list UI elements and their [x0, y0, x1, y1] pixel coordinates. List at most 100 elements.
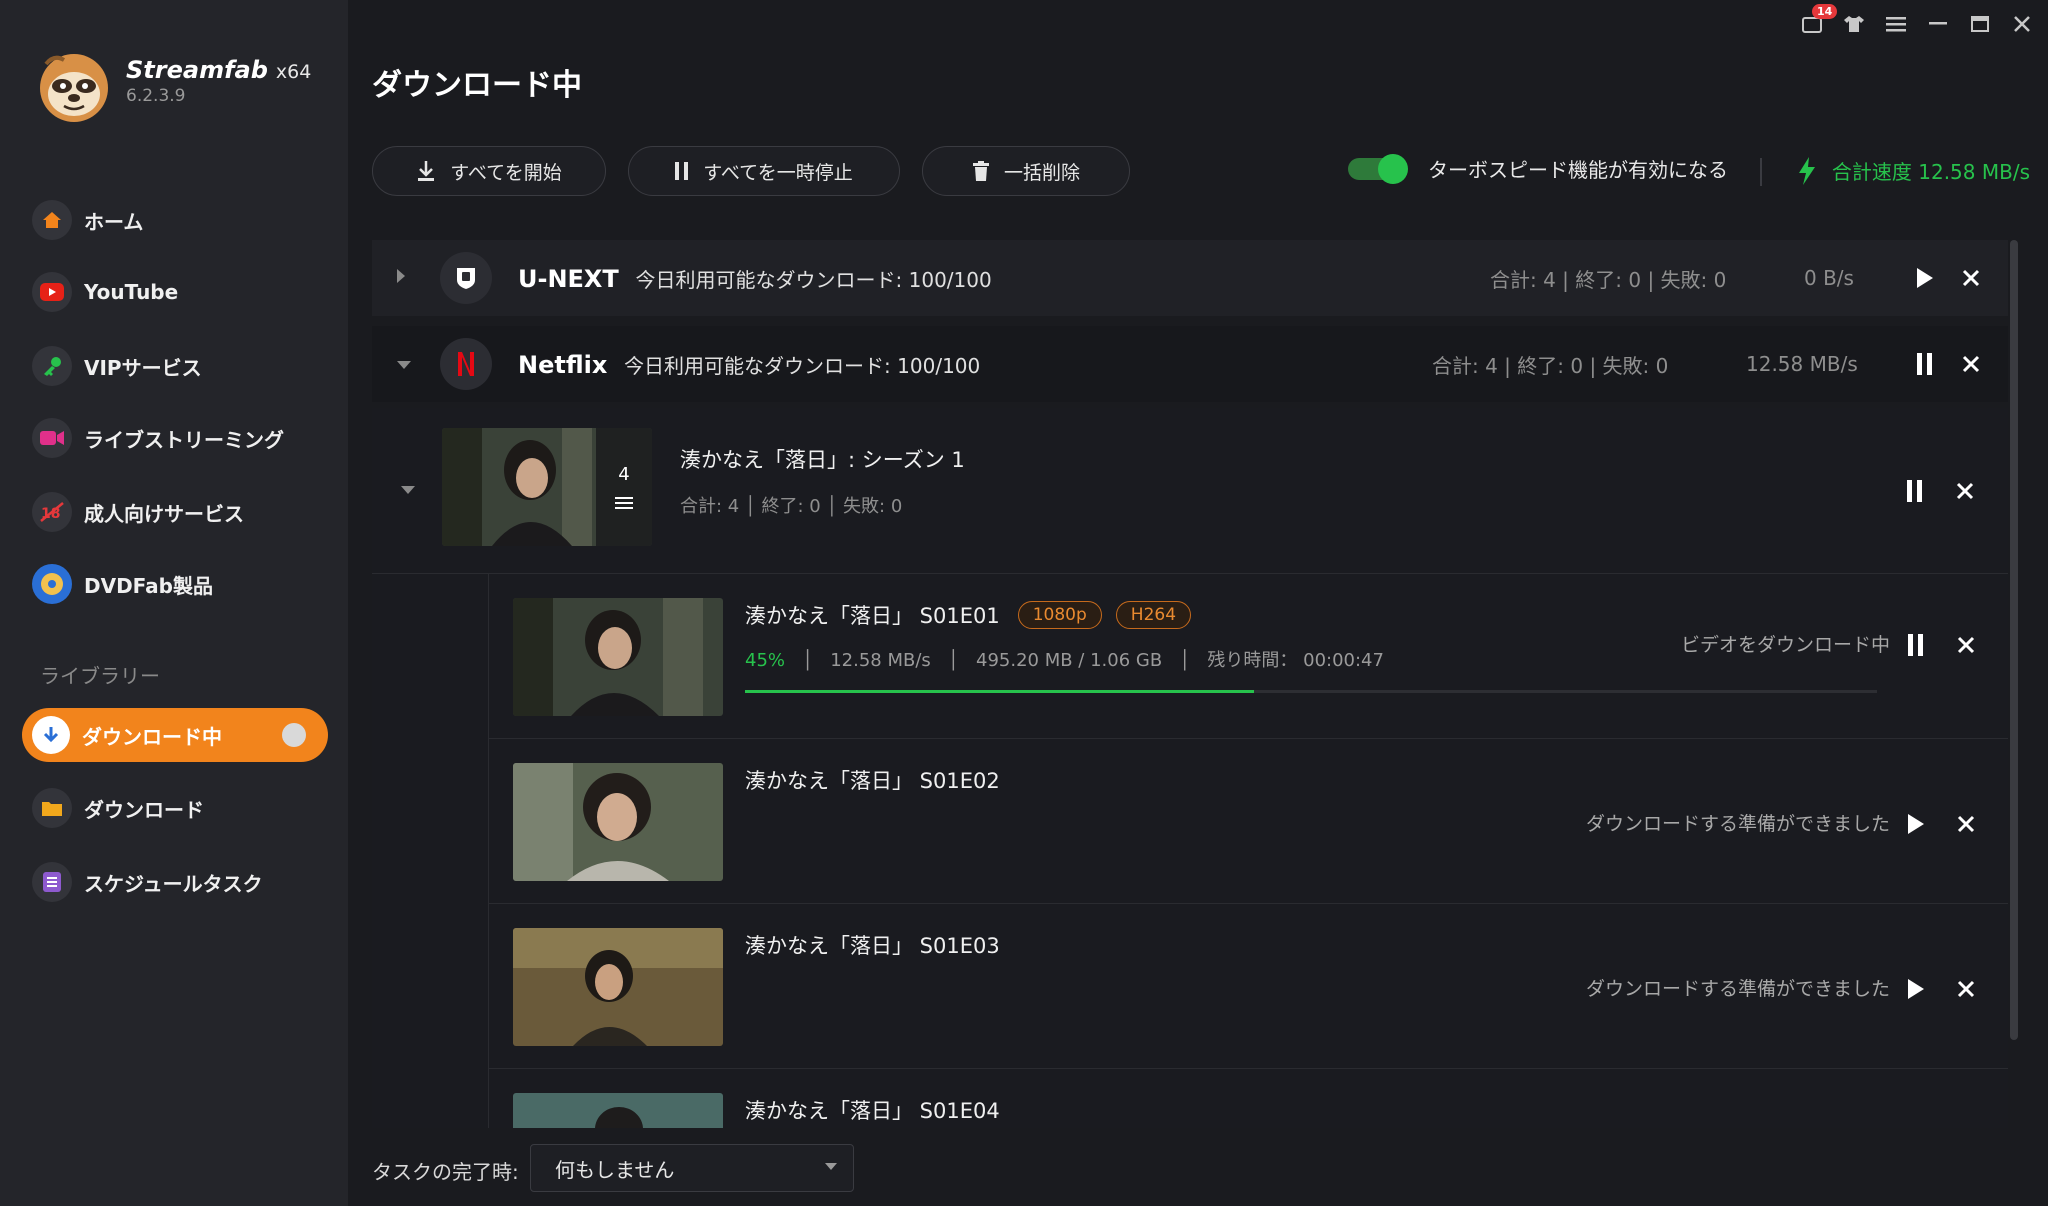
download-icon	[418, 161, 435, 181]
playlist-icon	[615, 496, 633, 509]
episode-row[interactable]: 湊かなえ「落日」 S01E03 ダウンロードする準備ができました	[488, 904, 2008, 1069]
notification-badge: 14	[1812, 4, 1838, 19]
remove-button[interactable]	[1951, 630, 1981, 660]
hamburger-icon	[1886, 17, 1906, 32]
start-button[interactable]	[1910, 263, 1940, 293]
episode-row[interactable]: 湊かなえ「落日」 S01E01 1080p H264 45% │ 12.58 M…	[488, 574, 2008, 739]
episode-title-text: 湊かなえ「落日」 S01E03	[745, 934, 1000, 958]
app-arch: x64	[275, 61, 312, 83]
page-title: ダウンロード中	[372, 68, 582, 103]
sidebar-item-label: ダウンロード	[84, 797, 204, 822]
pause-all-button[interactable]: すべてを一時停止	[628, 146, 900, 196]
episode-row[interactable]: 湊かなえ「落日」 S01E04	[488, 1069, 2008, 1130]
pause-button[interactable]	[1910, 349, 1940, 379]
service-name: U-NEXT 今日利用可能なダウンロード: 100/100	[518, 264, 992, 293]
sidebar-item-downloaded[interactable]: ダウンロード	[32, 782, 204, 834]
pause-button[interactable]	[1901, 630, 1931, 660]
resolution-badge: 1080p	[1017, 601, 1102, 629]
app-name: Streamfab	[126, 56, 268, 84]
turbo-speed-toggle[interactable]	[1348, 153, 1408, 184]
delete-all-button[interactable]: 一括削除	[922, 146, 1130, 196]
on-complete-value: 何もしません	[555, 1157, 675, 1182]
sidebar-item-label: ホーム	[84, 209, 144, 234]
sidebar-item-live-streaming[interactable]: ライブストリーミング	[32, 412, 284, 464]
pause-icon	[675, 162, 689, 180]
delete-all-label: 一括削除	[1003, 161, 1080, 184]
start-all-label: すべてを開始	[450, 161, 562, 184]
service-row-unext[interactable]: U-NEXT 今日利用可能なダウンロード: 100/100 合計: 4 | 終了…	[372, 240, 2008, 316]
notification-button[interactable]: 14	[1800, 4, 1838, 36]
service-row-netflix[interactable]: Netflix 今日利用可能なダウンロード: 100/100 合計: 4 | 終…	[372, 326, 2008, 402]
maximize-icon	[1971, 16, 1989, 32]
maximize-button[interactable]	[1968, 12, 1992, 36]
service-stats: 合計: 4 | 終了: 0 | 失敗: 0	[1490, 267, 1727, 292]
episode-status: ビデオをダウンロード中	[1680, 634, 1890, 656]
close-icon	[1962, 355, 1980, 373]
season-title: 湊かなえ「落日」: シーズン 1	[680, 448, 965, 472]
sidebar-item-label: ダウンロード中	[82, 724, 222, 749]
on-complete-select[interactable]: 何もしません	[530, 1144, 854, 1192]
remove-button[interactable]	[1956, 349, 1986, 379]
codec-badge: H264	[1115, 601, 1192, 629]
service-quota: 今日利用可能なダウンロード: 100/100	[635, 267, 992, 292]
close-icon	[1962, 269, 1980, 287]
pause-icon	[1917, 353, 1932, 375]
sidebar-item-scheduled-tasks[interactable]: スケジュールタスク	[32, 856, 263, 908]
remove-button[interactable]	[1956, 263, 1986, 293]
pause-icon	[1907, 480, 1922, 502]
sidebar-item-home[interactable]: ホーム	[32, 194, 143, 246]
close-icon	[1956, 482, 1974, 500]
remove-button[interactable]	[1950, 476, 1980, 506]
lightning-icon	[1798, 156, 1815, 185]
episode-row[interactable]: 湊かなえ「落日」 S01E02 ダウンロードする準備ができました	[488, 739, 2008, 904]
sidebar-item-label: スケジュールタスク	[84, 871, 263, 896]
list-icon	[32, 862, 72, 902]
skin-button[interactable]	[1842, 12, 1866, 36]
season-row[interactable]: 4 湊かなえ「落日」: シーズン 1 合計: 4 │ 終了: 0 │ 失敗: 0	[372, 408, 2008, 574]
close-window-button[interactable]	[2010, 12, 2034, 36]
start-button[interactable]	[1901, 809, 1931, 839]
minimize-button[interactable]	[1926, 12, 1950, 36]
sidebar-item-dvdfab[interactable]: DVDFab製品	[32, 558, 213, 610]
service-name: Netflix 今日利用可能なダウンロード: 100/100	[518, 350, 980, 379]
sidebar-item-label: VIPサービス	[84, 355, 202, 380]
footer: タスクの完了時: 何もしません	[348, 1128, 2048, 1206]
collapse-caret-icon[interactable]	[396, 354, 412, 375]
pause-button[interactable]	[1900, 476, 1930, 506]
sidebar-item-downloading[interactable]: ダウンロード中	[22, 708, 328, 762]
play-icon	[1908, 814, 1924, 834]
remaining-time: 残り時間： 00:00:47	[1207, 650, 1384, 671]
remove-button[interactable]	[1951, 809, 1981, 839]
brand: Streamfab x64 6.2.3.9	[126, 56, 311, 106]
play-icon	[1917, 268, 1933, 288]
start-button[interactable]	[1901, 974, 1931, 1004]
episode-count: 4	[618, 463, 630, 485]
close-icon	[2014, 16, 2030, 32]
service-speed: 12.58 MB/s	[1746, 352, 1858, 376]
netflix-icon	[440, 338, 492, 390]
scrollbar[interactable]	[2010, 240, 2018, 1040]
start-all-button[interactable]: すべてを開始	[372, 146, 606, 196]
chevron-down-icon	[825, 1163, 837, 1170]
sidebar-item-youtube[interactable]: YouTube	[32, 266, 178, 318]
toolbar: すべてを開始 すべてを一時停止 一括削除	[372, 146, 1130, 196]
download-arrow-icon	[32, 716, 70, 754]
season-thumbnail: 4	[442, 428, 652, 546]
remove-button[interactable]	[1951, 974, 1981, 1004]
toggle-knob	[1378, 153, 1408, 184]
service-stats: 合計: 4 | 終了: 0 | 失敗: 0	[1432, 353, 1669, 378]
collapse-caret-icon[interactable]	[400, 480, 416, 499]
episode-title-text: 湊かなえ「落日」 S01E02	[745, 769, 1000, 793]
library-section-label: ライブラリー	[40, 664, 160, 688]
sidebar-item-adult-services[interactable]: 18 成人向けサービス	[32, 486, 244, 538]
expand-caret-icon[interactable]	[396, 268, 406, 289]
window-controls: 14	[1800, 4, 2034, 36]
menu-button[interactable]	[1884, 12, 1908, 36]
folder-icon	[32, 788, 72, 828]
main-panel: ダウンロード中 14 すべてを開始 すべてを一時停止 一括削除 ターボスピード機…	[348, 0, 2048, 1206]
sidebar-item-label: DVDFab製品	[84, 573, 213, 598]
service-name-text: U-NEXT	[518, 264, 619, 293]
sidebar-item-vip[interactable]: VIPサービス	[32, 340, 202, 392]
play-icon	[1908, 979, 1924, 999]
service-speed: 0 B/s	[1804, 266, 1854, 290]
